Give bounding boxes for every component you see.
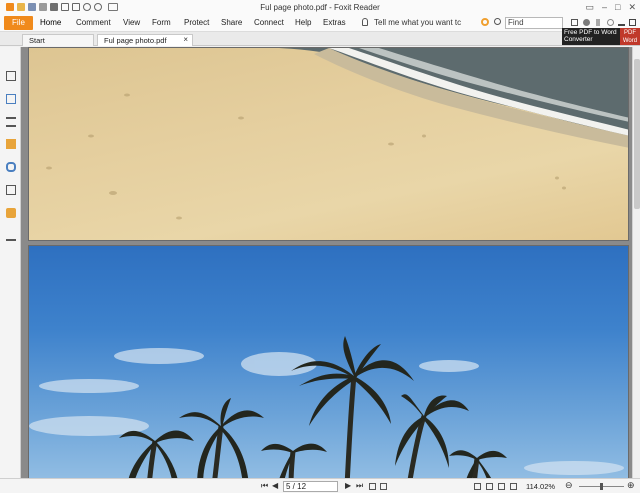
bookmarks-icon[interactable] [6, 94, 16, 104]
vertical-scrollbar[interactable] [632, 47, 640, 478]
layers-icon[interactable] [6, 117, 16, 127]
settings-icon[interactable] [618, 19, 625, 26]
previous-view-icon[interactable] [596, 19, 600, 26]
split-view-icon[interactable] [380, 483, 387, 490]
last-page-button[interactable]: ⏭ [356, 481, 363, 491]
pdf-page-beach [28, 47, 629, 241]
ribbon-toggle-icon[interactable] [629, 19, 636, 26]
comments-icon[interactable] [6, 139, 16, 149]
lightbulb-icon [362, 18, 368, 26]
destinations-icon[interactable] [6, 231, 16, 241]
file-menu-button[interactable]: File [4, 16, 33, 30]
close-tab-icon[interactable]: × [183, 35, 188, 44]
beach-photo [46, 48, 628, 220]
continuous-facing-icon[interactable] [510, 483, 517, 490]
facing-page-icon[interactable] [498, 483, 505, 490]
tab-extras[interactable]: Extras [323, 18, 346, 27]
continuous-page-icon[interactable] [486, 483, 493, 490]
badge-pdf: PDF [624, 30, 636, 36]
zoom-slider-handle[interactable] [600, 483, 603, 490]
next-page-button[interactable]: ▶ [345, 481, 351, 490]
page-thumbnail-icon[interactable] [6, 71, 16, 81]
pdf-word-badge: PDF Word [620, 28, 640, 45]
tab-comment[interactable]: Comment [76, 18, 111, 27]
security-icon[interactable] [6, 208, 16, 218]
search-icon[interactable] [494, 18, 501, 25]
tab-form[interactable]: Form [152, 18, 171, 27]
pdf-to-word-promo[interactable]: Free PDF to Word Converter PDF Word [562, 28, 640, 45]
restore-icon[interactable]: ▭ [585, 2, 594, 13]
user-icon[interactable] [583, 19, 590, 26]
tab-connect[interactable]: Connect [254, 18, 284, 27]
window-controls: ▭ – □ ✕ [585, 2, 636, 13]
pdf-page-palms [28, 245, 629, 478]
tab-view[interactable]: View [123, 18, 140, 27]
scrollbar-thumb[interactable] [634, 59, 640, 209]
copy-view-icon[interactable] [369, 483, 376, 490]
badge-word: Word [622, 38, 638, 44]
signatures-icon[interactable] [6, 185, 16, 195]
maximize-icon[interactable]: □ [615, 2, 620, 13]
navigation-panel [0, 47, 21, 478]
tab-protect[interactable]: Protect [184, 18, 209, 27]
tab-share[interactable]: Share [221, 18, 242, 27]
zoom-in-icon[interactable]: ⊕ [627, 480, 635, 491]
tab-help[interactable]: Help [295, 18, 311, 27]
status-bar: ⏮ ◀ 5 / 12 ▶ ⏭ 114.02% ⊖ ⊕ [0, 478, 640, 493]
minimize-icon[interactable]: – [602, 2, 607, 13]
tab-start-label: Start [29, 36, 45, 45]
ribbon-tab-bar: File Home Comment View Form Protect Shar… [0, 15, 640, 32]
previous-page-button[interactable]: ◀ [272, 481, 278, 490]
grid-icon[interactable] [571, 19, 578, 26]
window-title: Ful page photo.pdf - Foxit Reader [260, 3, 380, 12]
palm-tree-photo [29, 336, 624, 478]
close-icon[interactable]: ✕ [628, 2, 636, 13]
first-page-button[interactable]: ⏮ [261, 481, 268, 491]
zoom-level[interactable]: 114.02% [526, 482, 555, 491]
tell-me-search[interactable]: Tell me what you want tc [374, 18, 461, 27]
zoom-out-icon[interactable]: ⊖ [565, 480, 573, 491]
tab-start[interactable]: Start [22, 34, 94, 46]
title-bar: Ful page photo.pdf - Foxit Reader ▭ – □ … [0, 0, 640, 15]
page-number-input[interactable]: 5 / 12 [283, 481, 338, 492]
tab-home[interactable]: Home [40, 18, 61, 27]
single-page-icon[interactable] [474, 483, 481, 490]
next-view-icon[interactable] [607, 19, 614, 26]
attachments-icon[interactable] [6, 162, 16, 172]
foxit-reader-window: Ful page photo.pdf - Foxit Reader ▭ – □ … [0, 0, 640, 493]
skin-icon[interactable] [481, 18, 489, 26]
document-view[interactable] [21, 47, 632, 478]
document-tab-bar: Start Ful page photo.pdf × [0, 32, 640, 46]
tab-document-label: Ful page photo.pdf [104, 36, 167, 45]
find-input[interactable]: Find [505, 17, 563, 29]
tab-document[interactable]: Ful page photo.pdf × [97, 34, 193, 46]
